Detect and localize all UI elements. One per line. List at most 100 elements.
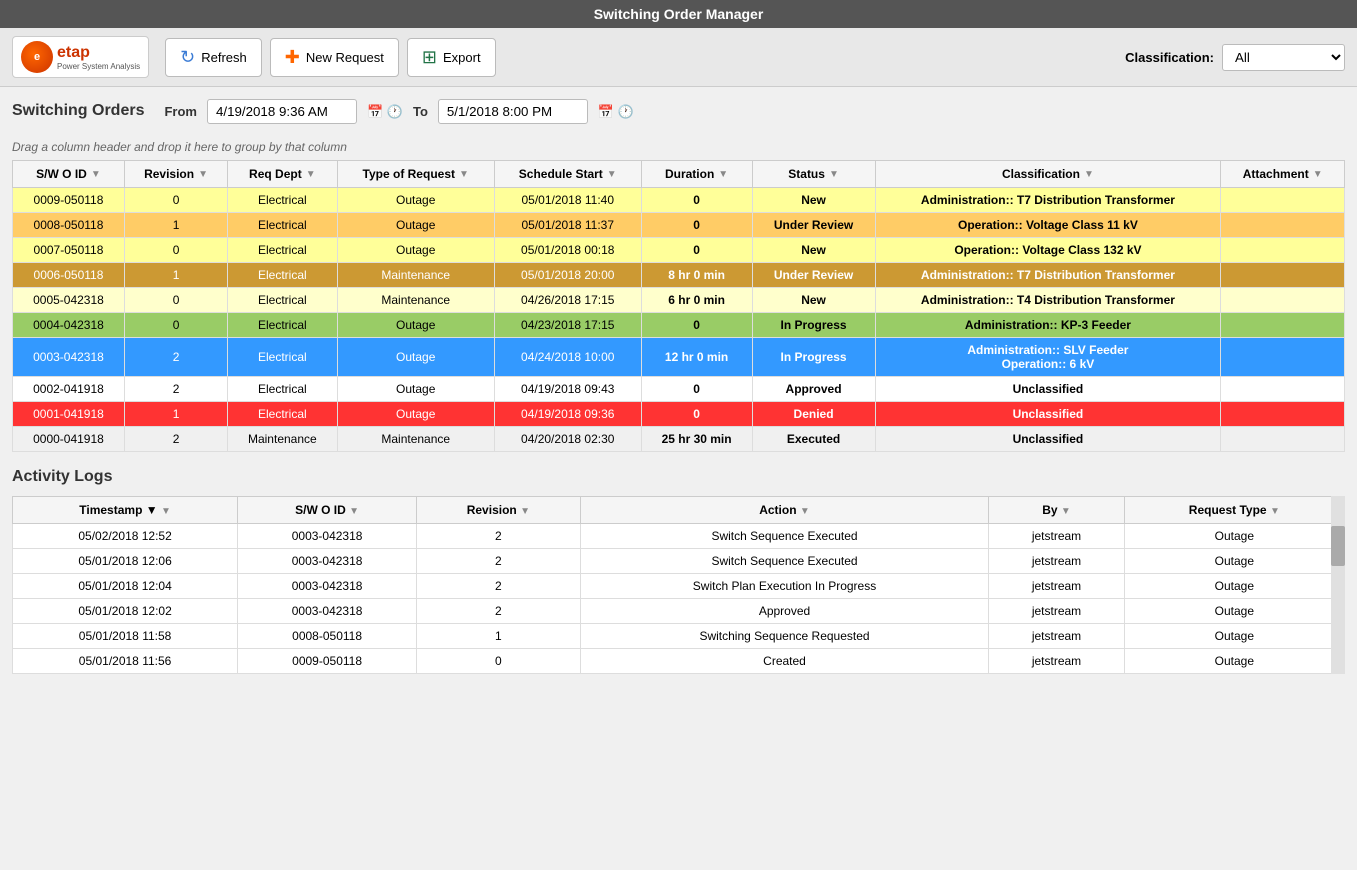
req-dept-sort-icon[interactable]: ▼ <box>306 169 316 180</box>
to-date-icons[interactable]: 📅 🕐 <box>598 104 634 120</box>
activity-cell: 05/02/2018 12:52 <box>13 524 238 549</box>
table-cell: New <box>752 238 875 263</box>
table-row[interactable]: 0004-0423180ElectricalOutage04/23/2018 1… <box>13 313 1345 338</box>
scrollbar-thumb[interactable] <box>1331 526 1345 566</box>
table-cell: 0007-050118 <box>13 238 125 263</box>
activity-cell: 2 <box>417 599 581 624</box>
table-cell: 8 hr 0 min <box>641 263 752 288</box>
table-cell: 2 <box>124 427 227 452</box>
table-cell: Outage <box>337 377 494 402</box>
table-row[interactable]: 0000-0419182MaintenanceMaintenance04/20/… <box>13 427 1345 452</box>
activity-cell: jetstream <box>989 649 1124 674</box>
table-cell: Electrical <box>228 338 337 377</box>
activity-cell: 0003-042318 <box>238 524 417 549</box>
schedule-sort-icon[interactable]: ▼ <box>607 169 617 180</box>
activity-cell: Created <box>580 649 989 674</box>
activity-cell: Approved <box>580 599 989 624</box>
table-row[interactable]: 0005-0423180ElectricalMaintenance04/26/2… <box>13 288 1345 313</box>
new-request-button[interactable]: ✚ New Request <box>270 38 399 77</box>
table-cell: 0 <box>641 213 752 238</box>
list-item[interactable]: 05/01/2018 11:580008-0501181Switching Se… <box>13 624 1345 649</box>
table-cell: 12 hr 0 min <box>641 338 752 377</box>
table-cell: 04/26/2018 17:15 <box>494 288 641 313</box>
refresh-icon: ↻ <box>180 47 195 68</box>
table-cell: 0005-042318 <box>13 288 125 313</box>
table-cell <box>1221 188 1345 213</box>
drag-hint: Drag a column header and drop it here to… <box>12 140 1345 154</box>
table-cell: 05/01/2018 00:18 <box>494 238 641 263</box>
table-row[interactable]: 0007-0501180ElectricalOutage05/01/2018 0… <box>13 238 1345 263</box>
col-header-swo-id: S/W O ID ▼ <box>13 161 125 188</box>
table-cell: Unclassified <box>875 377 1221 402</box>
table-cell: 6 hr 0 min <box>641 288 752 313</box>
to-label: To <box>413 104 428 119</box>
duration-sort-icon[interactable]: ▼ <box>718 169 728 180</box>
from-date-icons[interactable]: 📅 🕐 <box>367 104 403 120</box>
table-cell: Maintenance <box>337 288 494 313</box>
classification-select[interactable]: All Administration Operation <box>1222 44 1345 71</box>
col-header-status: Status ▼ <box>752 161 875 188</box>
activity-cell: 05/01/2018 12:02 <box>13 599 238 624</box>
table-row[interactable]: 0002-0419182ElectricalOutage04/19/2018 0… <box>13 377 1345 402</box>
export-icon: ⊞ <box>422 47 437 68</box>
classification-label: Classification: <box>1125 50 1214 65</box>
status-sort-icon[interactable]: ▼ <box>829 169 839 180</box>
table-cell: 05/01/2018 20:00 <box>494 263 641 288</box>
col-header-attachment: Attachment ▼ <box>1221 161 1345 188</box>
act-req-type-filter-icon[interactable]: ▼ <box>1270 506 1280 517</box>
table-cell: Administration:: T7 Distribution Transfo… <box>875 263 1221 288</box>
act-col-timestamp: Timestamp ▼ ▼ <box>13 497 238 524</box>
activity-cell: Outage <box>1124 599 1344 624</box>
table-row[interactable]: 0006-0501181ElectricalMaintenance05/01/2… <box>13 263 1345 288</box>
timestamp-filter-icon[interactable]: ▼ <box>161 506 171 517</box>
table-cell: Electrical <box>228 238 337 263</box>
scrollbar-track[interactable] <box>1331 496 1345 674</box>
table-cell: Electrical <box>228 288 337 313</box>
table-cell: Electrical <box>228 188 337 213</box>
title-bar: Switching Order Manager <box>0 0 1357 28</box>
table-cell: 0 <box>124 188 227 213</box>
list-item[interactable]: 05/01/2018 12:060003-0423182Switch Seque… <box>13 549 1345 574</box>
activity-cell: 05/01/2018 11:56 <box>13 649 238 674</box>
table-row[interactable]: 0008-0501181ElectricalOutage05/01/2018 1… <box>13 213 1345 238</box>
classification-area: Classification: All Administration Opera… <box>1125 44 1345 71</box>
act-action-filter-icon[interactable]: ▼ <box>800 506 810 517</box>
table-cell <box>1221 213 1345 238</box>
table-cell <box>1221 402 1345 427</box>
act-by-filter-icon[interactable]: ▼ <box>1061 506 1071 517</box>
type-sort-icon[interactable]: ▼ <box>459 169 469 180</box>
act-swo-filter-icon[interactable]: ▼ <box>349 506 359 517</box>
swo-id-sort-icon[interactable]: ▼ <box>91 169 101 180</box>
col-header-type: Type of Request ▼ <box>337 161 494 188</box>
list-item[interactable]: 05/02/2018 12:520003-0423182Switch Seque… <box>13 524 1345 549</box>
revision-sort-icon[interactable]: ▼ <box>198 169 208 180</box>
table-row[interactable]: 0009-0501180ElectricalOutage05/01/2018 1… <box>13 188 1345 213</box>
act-col-action: Action ▼ <box>580 497 989 524</box>
table-cell: Electrical <box>228 263 337 288</box>
table-row[interactable]: 0003-0423182ElectricalOutage04/24/2018 1… <box>13 338 1345 377</box>
list-item[interactable]: 05/01/2018 11:560009-0501180Createdjetst… <box>13 649 1345 674</box>
table-cell: 0 <box>124 313 227 338</box>
list-item[interactable]: 05/01/2018 12:040003-0423182Switch Plan … <box>13 574 1345 599</box>
refresh-button[interactable]: ↻ Refresh <box>165 38 262 77</box>
act-col-swo-id: S/W O ID ▼ <box>238 497 417 524</box>
activity-cell: Switch Sequence Executed <box>580 524 989 549</box>
activity-cell: jetstream <box>989 599 1124 624</box>
switching-orders-title: Switching Orders <box>12 102 144 120</box>
table-row[interactable]: 0001-0419181ElectricalOutage04/19/2018 0… <box>13 402 1345 427</box>
export-button[interactable]: ⊞ Export <box>407 38 496 77</box>
classification-sort-icon[interactable]: ▼ <box>1084 169 1094 180</box>
col-header-schedule-start: Schedule Start ▼ <box>494 161 641 188</box>
attachment-sort-icon[interactable]: ▼ <box>1313 169 1323 180</box>
activity-cell: jetstream <box>989 574 1124 599</box>
table-cell: 0 <box>641 402 752 427</box>
list-item[interactable]: 05/01/2018 12:020003-0423182Approvedjets… <box>13 599 1345 624</box>
table-cell: Electrical <box>228 213 337 238</box>
table-cell: 1 <box>124 402 227 427</box>
act-revision-filter-icon[interactable]: ▼ <box>520 506 530 517</box>
toolbar: e etap Power System Analysis ↻ Refresh ✚… <box>0 28 1357 87</box>
from-date-input[interactable] <box>207 99 357 124</box>
to-date-input[interactable] <box>438 99 588 124</box>
table-cell: 2 <box>124 338 227 377</box>
logo-icon: e <box>21 41 53 73</box>
